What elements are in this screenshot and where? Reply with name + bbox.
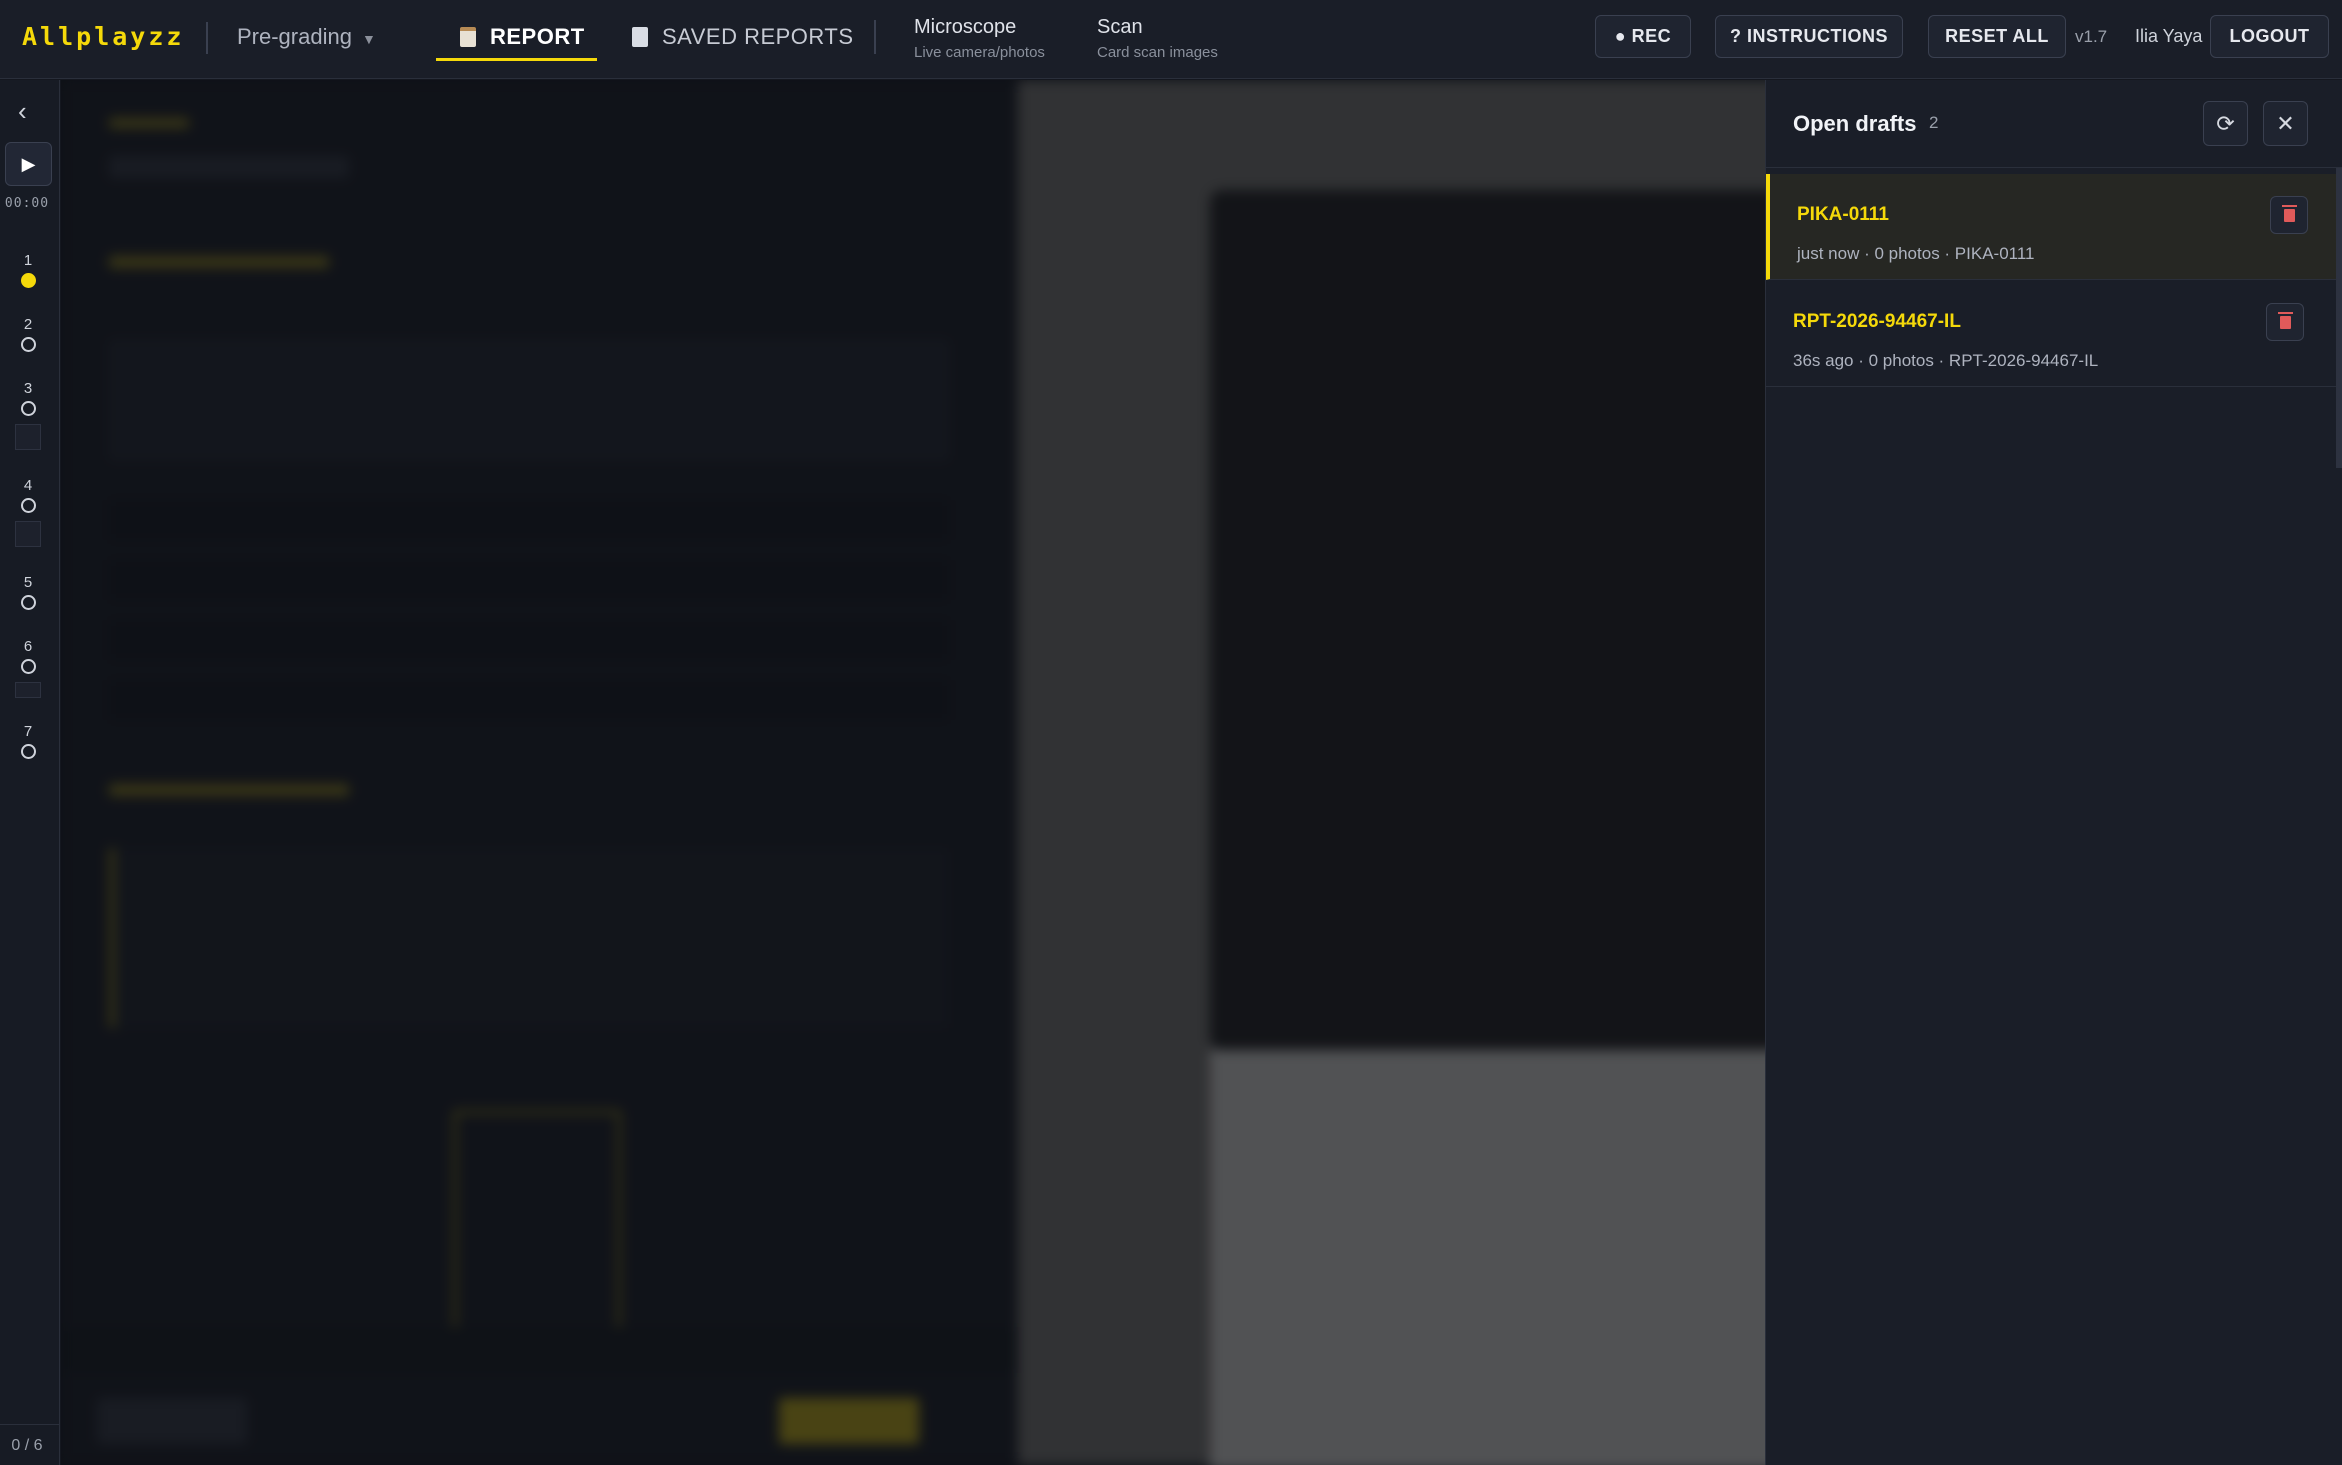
play-button[interactable]: ▶	[5, 142, 52, 186]
draft-meta: just now · 0 photos · PIKA-0111	[1797, 244, 2035, 263]
step-thumbnail	[15, 521, 41, 547]
refresh-icon: ⟳	[2216, 110, 2235, 136]
step-indicator-active	[20, 273, 36, 288]
active-tab-indicator	[436, 58, 597, 61]
tab-report[interactable]: REPORT	[460, 24, 585, 50]
trash-icon	[2277, 311, 2293, 329]
app-logo[interactable]: Allplayzz	[22, 22, 184, 51]
draft-meta: 36s ago · 0 photos · RPT-2026-94467-IL	[1793, 351, 2099, 370]
top-bar: Allplayzz Pre-grading ▼ REPORT SAVED REPO…	[0, 0, 2342, 79]
step-indicator	[20, 659, 36, 674]
close-icon: ✕	[2276, 110, 2295, 136]
step-thumbnail	[15, 682, 41, 698]
refresh-button[interactable]: ⟳	[2203, 101, 2248, 146]
user-name: Ilia Yaya	[2135, 26, 2203, 46]
nav-microscope[interactable]: Microscope Live camera/photos	[914, 16, 1045, 61]
step-5[interactable]: 5	[0, 574, 56, 610]
draft-item[interactable]: RPT-2026-94467-IL 36s ago · 0 photos · R…	[1766, 281, 2342, 387]
step-number: 2	[23, 316, 33, 333]
rec-button[interactable]: ● REC	[1595, 15, 1691, 58]
step-3[interactable]: 3	[0, 380, 56, 450]
document-icon	[632, 27, 648, 47]
divider	[874, 20, 876, 54]
step-number: 4	[23, 477, 33, 494]
mode-label: Pre-grading	[237, 24, 352, 49]
step-indicator	[20, 498, 36, 513]
play-icon: ▶	[21, 153, 36, 174]
step-number: 7	[23, 723, 33, 740]
step-number: 3	[23, 380, 33, 397]
nav-microscope-subtitle: Live camera/photos	[914, 44, 1045, 61]
nav-scan-subtitle: Card scan images	[1097, 44, 1218, 61]
step-4[interactable]: 4	[0, 477, 56, 547]
step-2[interactable]: 2	[0, 316, 56, 352]
delete-draft-button[interactable]	[2270, 196, 2308, 234]
delete-draft-button[interactable]	[2266, 303, 2304, 341]
drafts-count: 2	[1929, 113, 1939, 132]
tab-report-label: REPORT	[490, 24, 585, 49]
step-indicator	[20, 744, 36, 759]
logout-button[interactable]: LOGOUT	[2210, 15, 2329, 58]
reset-all-button[interactable]: RESET ALL	[1928, 15, 2066, 58]
instructions-button[interactable]: ? INSTRUCTIONS	[1715, 15, 1903, 58]
divider	[0, 1424, 60, 1425]
drawer-header: Open drafts 2 ⟳ ✕	[1766, 80, 2342, 168]
timer: 00:00	[4, 196, 50, 211]
drawer-title: Open drafts	[1793, 111, 1917, 136]
nav-microscope-title: Microscope	[914, 16, 1017, 38]
nav-scan[interactable]: Scan Card scan images	[1097, 16, 1218, 61]
step-number: 5	[23, 574, 33, 591]
draft-name: PIKA-0111	[1797, 204, 1889, 225]
draft-item[interactable]: PIKA-0111 just now · 0 photos · PIKA-011…	[1766, 174, 2342, 280]
step-thumbnail	[15, 424, 41, 450]
tab-saved-label: SAVED REPORTS	[662, 24, 854, 49]
step-7[interactable]: 7	[0, 723, 56, 759]
open-drafts-drawer: Open drafts 2 ⟳ ✕ PIKA-0111 just now · 0…	[1765, 80, 2342, 1465]
close-button[interactable]: ✕	[2263, 101, 2308, 146]
step-indicator	[20, 595, 36, 610]
step-rail: ‹ ▶ 00:00 1 2 3 4 5 6 7 0 / 6	[0, 80, 60, 1465]
trash-icon	[2281, 204, 2297, 222]
progress-count: 0 / 6	[11, 1437, 43, 1454]
chevron-down-icon: ▼	[361, 31, 376, 47]
mode-dropdown[interactable]: Pre-grading ▼	[237, 24, 376, 50]
version-label: v1.7	[2075, 27, 2108, 46]
draft-name: RPT-2026-94467-IL	[1793, 311, 1961, 332]
step-number: 6	[23, 638, 33, 655]
scrollbar[interactable]	[2336, 168, 2342, 468]
nav-scan-title: Scan	[1097, 16, 1143, 38]
step-indicator	[20, 337, 36, 352]
clipboard-icon	[460, 27, 476, 47]
step-1[interactable]: 1	[0, 252, 56, 288]
step-6[interactable]: 6	[0, 638, 56, 698]
collapse-chevron-icon[interactable]: ‹	[18, 96, 27, 127]
step-indicator	[20, 401, 36, 416]
step-number: 1	[23, 252, 33, 269]
divider	[206, 22, 208, 54]
tab-saved-reports[interactable]: SAVED REPORTS	[632, 24, 854, 50]
